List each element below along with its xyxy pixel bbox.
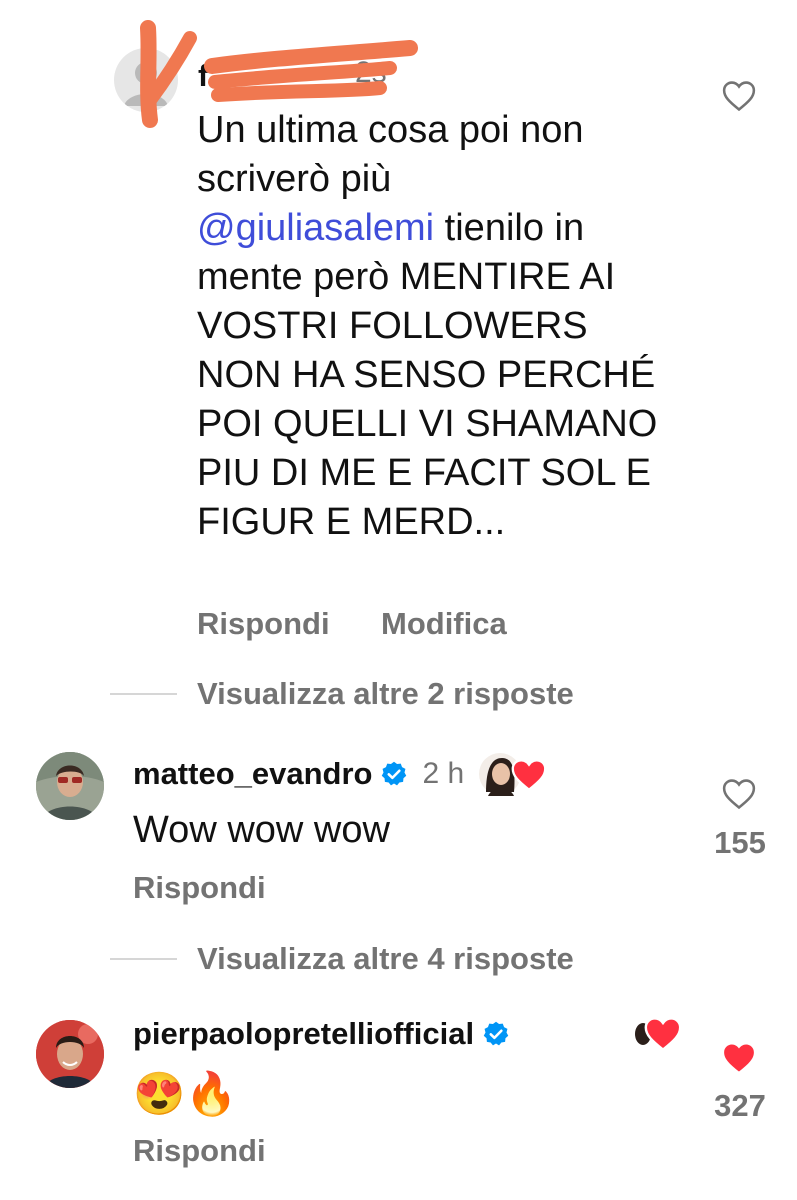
comment-username[interactable]: matteo_evandro [133, 756, 372, 792]
creator-liked-heart-icon [633, 1016, 685, 1052]
heart-filled-icon[interactable] [722, 1042, 756, 1074]
divider-line [110, 958, 177, 960]
verified-badge-icon [382, 761, 407, 786]
mention-link[interactable]: @giuliasalemi [197, 207, 434, 249]
avatar[interactable] [36, 1020, 104, 1088]
comment-header: pierpaolopretelliofficial [133, 1016, 510, 1052]
verified-badge-icon [483, 1021, 509, 1046]
edit-button[interactable]: Modifica [381, 606, 507, 642]
like-count[interactable]: 327 [700, 1088, 780, 1124]
reply-button[interactable]: Rispondi [133, 870, 266, 906]
view-more-replies[interactable]: Visualizza altre 4 risposte [110, 941, 574, 977]
comment-time: 2 h [422, 757, 465, 790]
heart-outline-icon[interactable] [722, 80, 756, 112]
view-more-replies[interactable]: Visualizza altre 2 risposte [110, 676, 574, 712]
partial-previous-text [195, 0, 275, 2]
heart-outline-icon[interactable] [722, 778, 756, 810]
comment-text: Un ultima cosa poi non scriverò più @giu… [197, 109, 658, 543]
avatar[interactable] [36, 752, 104, 820]
reply-button[interactable]: Rispondi [133, 1133, 266, 1169]
creator-liked-heart-icon [478, 752, 552, 796]
comment-username[interactable]: pierpaolopretelliofficial [133, 1016, 474, 1052]
reply-button[interactable]: Rispondi [197, 606, 330, 642]
divider-line [110, 693, 177, 695]
comment-header: matteo_evandro 2 h [133, 752, 552, 796]
comment-text: 😍🔥 [133, 1070, 238, 1117]
like-count[interactable]: 155 [700, 825, 780, 861]
comment-text: Wow wow wow [133, 809, 390, 851]
